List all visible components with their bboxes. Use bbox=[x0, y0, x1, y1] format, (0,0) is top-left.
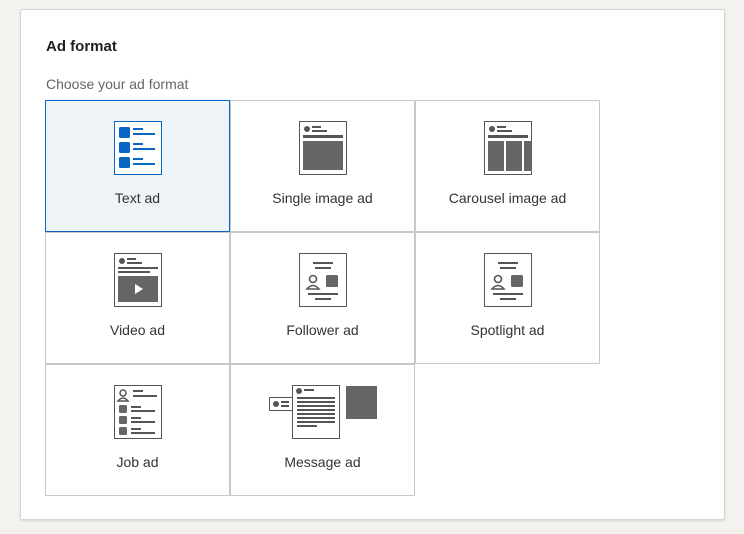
format-label: Spotlight ad bbox=[470, 322, 545, 338]
format-label: Carousel image ad bbox=[448, 190, 567, 206]
message-ad-icon bbox=[268, 385, 377, 439]
single-image-ad-icon bbox=[298, 121, 347, 175]
format-tile-message-ad[interactable]: Message ad bbox=[230, 364, 415, 496]
format-label: Single image ad bbox=[272, 190, 373, 206]
format-tile-spotlight-ad[interactable]: Spotlight ad bbox=[415, 232, 600, 364]
spotlight-ad-icon bbox=[483, 253, 532, 307]
format-tile-follower-ad[interactable]: Follower ad bbox=[230, 232, 415, 364]
format-tile-job-ad[interactable]: Job ad bbox=[45, 364, 230, 496]
video-ad-icon bbox=[113, 253, 162, 307]
job-ad-icon bbox=[113, 385, 162, 439]
format-label: Job ad bbox=[116, 454, 159, 470]
format-tile-video-ad[interactable]: Video ad bbox=[45, 232, 230, 364]
section-title: Ad format bbox=[46, 38, 117, 55]
ad-format-card: Ad format Choose your ad format Text ad bbox=[20, 9, 725, 520]
format-label: Text ad bbox=[114, 190, 161, 206]
format-label: Message ad bbox=[284, 454, 361, 470]
format-label: Follower ad bbox=[286, 322, 359, 338]
follower-ad-icon bbox=[298, 253, 347, 307]
format-tile-text-ad[interactable]: Text ad bbox=[45, 100, 230, 232]
text-ad-icon bbox=[113, 121, 162, 175]
ad-format-grid: Text ad Single image ad Carousel image a… bbox=[45, 100, 601, 496]
carousel-image-ad-icon bbox=[483, 121, 532, 175]
format-tile-carousel-image-ad[interactable]: Carousel image ad bbox=[415, 100, 600, 232]
format-label: Video ad bbox=[109, 322, 165, 338]
format-tile-single-image-ad[interactable]: Single image ad bbox=[230, 100, 415, 232]
section-subtitle: Choose your ad format bbox=[46, 76, 189, 92]
